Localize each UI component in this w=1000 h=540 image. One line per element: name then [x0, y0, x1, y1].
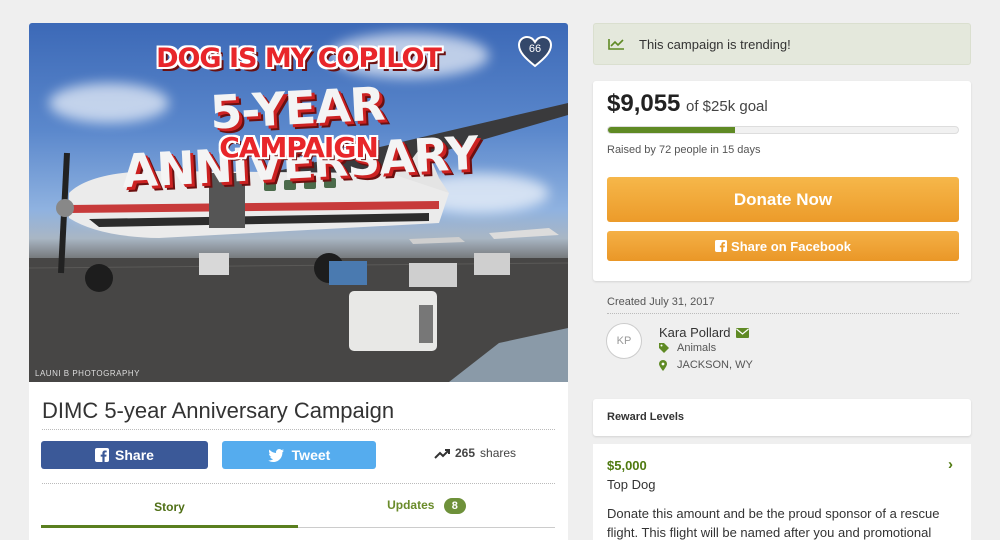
shares-label: shares: [480, 446, 517, 460]
twitter-icon: [267, 448, 284, 462]
created-date: Created July 31, 2017: [607, 296, 715, 308]
organizer-category[interactable]: Animals: [677, 342, 716, 354]
chevron-right-icon[interactable]: ›: [948, 456, 953, 473]
tweet-label: Tweet: [291, 447, 331, 463]
progress-bar: [607, 126, 959, 134]
divider: [42, 483, 555, 484]
progress-bar-fill: [608, 127, 735, 133]
raised-by-text: Raised by 72 people in 15 days: [607, 144, 761, 156]
trending-arrow-icon: [434, 448, 450, 459]
trending-banner: This campaign is trending!: [593, 23, 971, 65]
tag-icon: [659, 343, 669, 353]
reward-description: Donate this amount and be the proud spon…: [607, 506, 940, 540]
email-envelope-icon[interactable]: [735, 327, 749, 338]
tweet-button[interactable]: Tweet: [222, 441, 376, 469]
organizer-name[interactable]: Kara Pollard: [659, 325, 731, 340]
shares-count: 265: [455, 446, 476, 460]
tab-updates-label: Updates: [387, 498, 435, 512]
goal-text: of $25k goal: [686, 98, 768, 115]
reward-amount: $5,000: [607, 458, 647, 473]
reward-name: Top Dog: [607, 477, 656, 492]
trending-chart-icon: [608, 39, 624, 50]
share-on-facebook-button[interactable]: Share on Facebook: [607, 231, 959, 261]
raised-amount: $9,055: [607, 90, 681, 117]
shares-counter: 265 shares: [434, 446, 516, 460]
facebook-icon: [715, 240, 728, 252]
campaign-card: DIMC 5-year Anniversary Campaign Share T…: [29, 382, 568, 540]
hero-title-line3: CAMPAIGN: [219, 131, 379, 164]
photo-credit: LAUNI B PHOTOGRAPHY: [35, 369, 140, 378]
tab-updates[interactable]: Updates 8: [298, 493, 555, 528]
facebook-icon: [95, 448, 110, 462]
favorite-count: 66: [528, 43, 542, 55]
divider: [42, 429, 555, 430]
divider: [607, 313, 959, 314]
trending-text: This campaign is trending!: [639, 36, 791, 52]
donation-goal-card: $9,055 of $25k goal Raised by 72 people …: [593, 81, 971, 281]
favorite-button[interactable]: 66: [517, 35, 553, 69]
organizer-name-row[interactable]: Kara Pollard: [659, 325, 749, 340]
share-label: Share: [115, 447, 154, 463]
updates-count-badge: 8: [443, 498, 466, 514]
donate-now-button[interactable]: Donate Now: [607, 177, 959, 222]
share-on-facebook-label: Share on Facebook: [731, 238, 851, 254]
facebook-share-button[interactable]: Share: [41, 441, 208, 469]
organizer-location-row: JACKSON, WY: [659, 359, 753, 371]
campaign-title: DIMC 5-year Anniversary Campaign: [42, 398, 395, 423]
reward-levels-header: Reward Levels: [593, 399, 971, 436]
organizer-avatar[interactable]: KP: [606, 323, 642, 359]
campaign-hero-image: DOG IS MY COPILOT 5-YEAR ANNIVERSARY CAM…: [29, 23, 568, 382]
tab-story[interactable]: Story: [41, 493, 298, 528]
map-pin-icon: [659, 359, 667, 371]
organizer-category-row: Animals: [659, 342, 716, 354]
tab-story-label: Story: [154, 500, 185, 514]
organizer-location: JACKSON, WY: [677, 359, 753, 371]
reward-item[interactable]: $5,000 › Top Dog Donate this amount and …: [593, 444, 971, 540]
hero-title-line1: DOG IS MY COPILOT: [156, 43, 442, 74]
